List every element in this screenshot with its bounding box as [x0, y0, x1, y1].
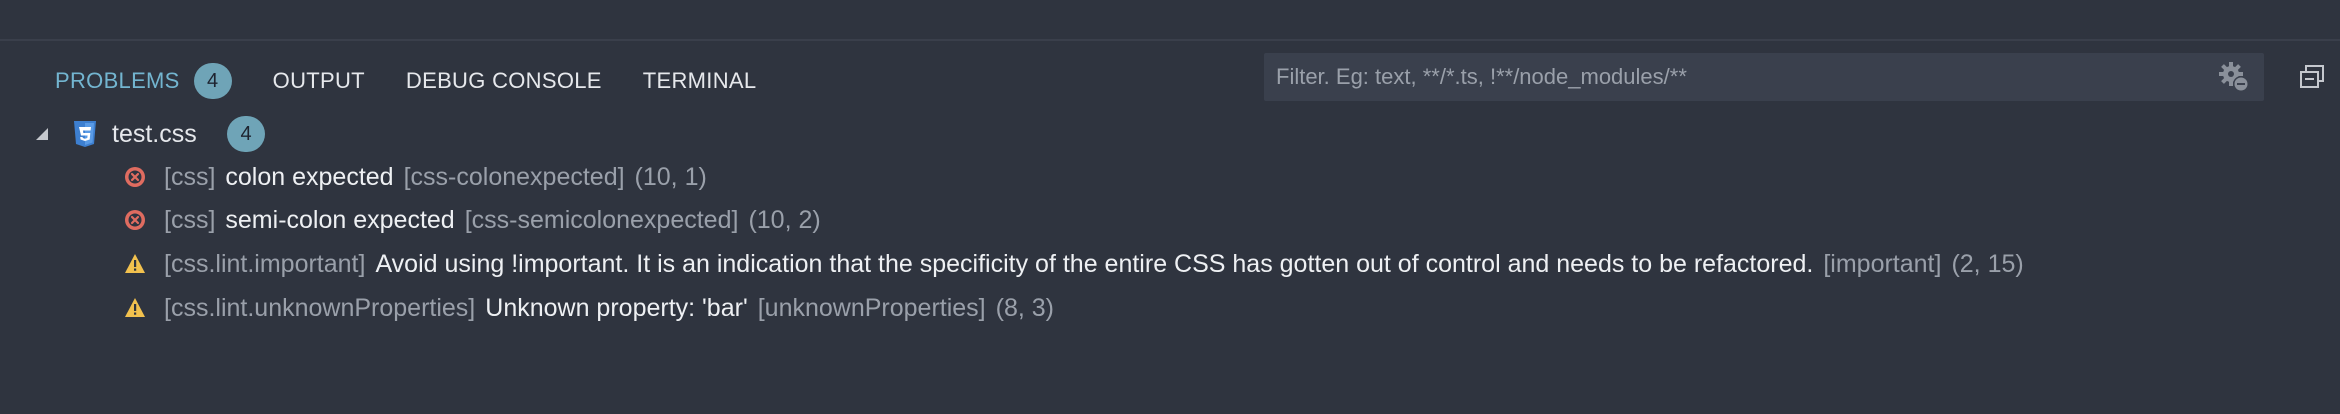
problem-row[interactable]: [css] semi-colon expected [css-semicolonex…	[0, 198, 2340, 240]
file-row-test-css[interactable]: test.css 4	[0, 113, 2340, 155]
collapse-all-icon[interactable]	[2296, 61, 2328, 93]
problem-code: [important]	[1823, 250, 1942, 278]
problem-row[interactable]: [css] colon expected [css-colonexpected] (1…	[0, 155, 2340, 197]
tab-output[interactable]: OUTPUT	[273, 68, 365, 94]
tab-debug-console-label: DEBUG CONSOLE	[405, 68, 602, 93]
tab-terminal-label: TERMINAL	[642, 68, 757, 93]
filter-input[interactable]	[1274, 63, 2214, 91]
problem-message: Unknown property: 'bar'	[485, 294, 748, 322]
problem-position: (8, 3)	[995, 294, 1054, 322]
tab-problems-label: PROBLEMS	[55, 68, 180, 93]
problem-position: (2, 15)	[1951, 250, 2024, 278]
warning-icon	[124, 253, 146, 275]
tab-problems[interactable]: PROBLEMS 4	[55, 63, 232, 99]
problem-source: [css]	[164, 163, 216, 191]
problem-code: [unknownProperties]	[757, 294, 986, 322]
filter-box	[1264, 53, 2264, 101]
css3-file-icon	[72, 120, 98, 148]
warning-icon	[124, 297, 146, 319]
tab-output-label: OUTPUT	[272, 68, 365, 93]
problem-message: semi-colon expected	[225, 206, 455, 234]
problem-source: [css.lint.important]	[164, 250, 366, 278]
problem-text: [css.lint.unknownProperties] Unknown prop…	[164, 294, 1054, 323]
problem-position: (10, 2)	[748, 206, 821, 234]
error-icon	[124, 166, 146, 188]
problem-message: Avoid using !important. It is an indicat…	[375, 250, 1814, 278]
filter-settings-icon[interactable]	[2214, 57, 2254, 97]
tab-terminal[interactable]: TERMINAL	[643, 68, 757, 94]
problems-count-badge: 4	[193, 63, 232, 99]
problem-code: [css-colonexpected]	[403, 163, 625, 191]
problem-row[interactable]: [css.lint.important] Avoid using !importa…	[0, 242, 2340, 284]
problem-message: colon expected	[225, 163, 394, 191]
tab-debug-console[interactable]: DEBUG CONSOLE	[406, 68, 602, 94]
error-icon	[124, 209, 146, 231]
problem-text: [css] colon expected [css-colonexpected] (1…	[164, 163, 707, 192]
problem-source: [css.lint.unknownProperties]	[164, 294, 476, 322]
problem-code: [css-semicolonexpected]	[464, 206, 739, 234]
problem-source: [css]	[164, 206, 216, 234]
file-problem-count-badge: 4	[227, 116, 265, 152]
problem-position: (10, 1)	[634, 163, 707, 191]
problem-text: [css.lint.important] Avoid using !importa…	[164, 250, 2024, 279]
panel-tabs: PROBLEMS 4 OUTPUT DEBUG CONSOLE TERMINAL	[55, 61, 797, 101]
problem-row[interactable]: [css.lint.unknownProperties] Unknown prop…	[0, 286, 2340, 328]
problem-text: [css] semi-colon expected [css-semicolonex…	[164, 206, 821, 235]
collapse-triangle-icon[interactable]	[34, 126, 50, 142]
problems-panel: PROBLEMS 4 OUTPUT DEBUG CONSOLE TERMINAL	[0, 41, 2340, 414]
file-name: test.css	[112, 120, 197, 148]
